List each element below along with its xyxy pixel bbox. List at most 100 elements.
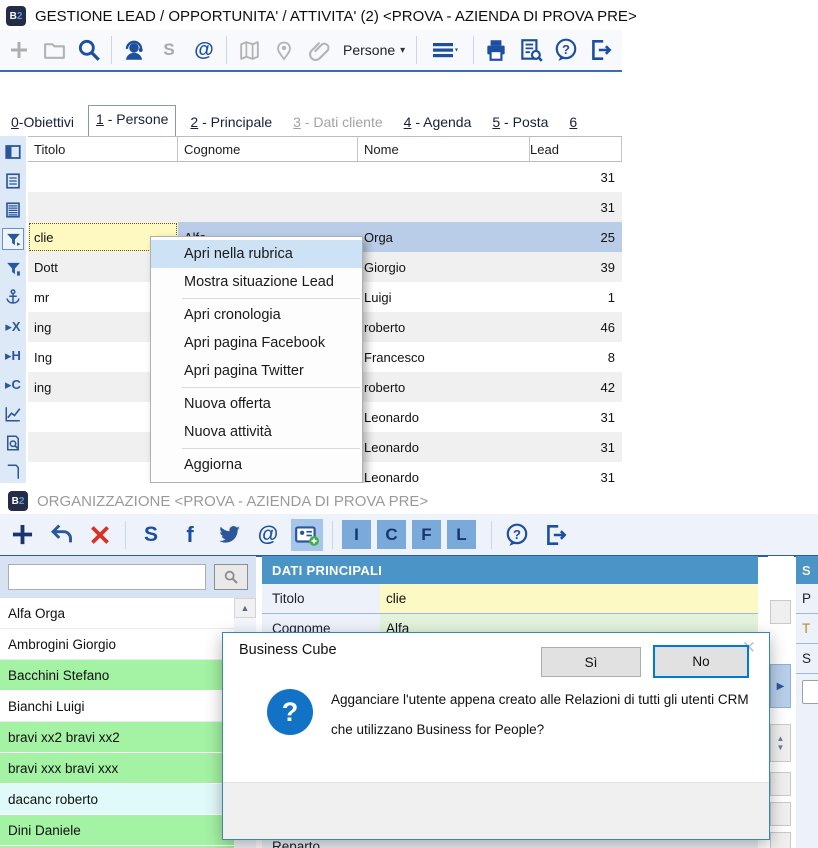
list-item-dacanc-roberto[interactable]: dacanc roberto (0, 784, 256, 815)
map-icon[interactable] (234, 35, 264, 65)
anchor-icon[interactable] (2, 287, 24, 308)
lead-cell: 39 (600, 259, 615, 275)
screen: B2 GESTIONE LEAD / OPPORTUNITA' / ATTIVI… (0, 0, 818, 848)
lead-window-title: GESTIONE LEAD / OPPORTUNITA' / ATTIVITA'… (35, 7, 637, 25)
right-panel-input[interactable] (802, 680, 818, 704)
persone-dropdown-label: Persone (343, 42, 396, 58)
print-preview-icon[interactable] (516, 35, 546, 65)
filter-pin-icon[interactable] (2, 258, 24, 279)
search-icon[interactable] (74, 35, 104, 65)
list-item-ambrogini-giorgio[interactable]: Ambrogini Giorgio (0, 629, 256, 660)
tab-6[interactable]: 6 (562, 109, 584, 136)
help-icon[interactable]: ? (501, 519, 533, 551)
support-agent-icon[interactable] (119, 35, 149, 65)
location-pin-icon[interactable] (269, 35, 299, 65)
list-item-bravi-xxx-bravi-xxx[interactable]: bravi xxx bravi xxx (0, 753, 256, 784)
no-button[interactable]: No (653, 645, 749, 678)
lead-cell: 8 (607, 349, 615, 365)
chart-icon[interactable] (2, 403, 24, 424)
letter-button-c[interactable]: C (377, 520, 406, 549)
undo-icon[interactable] (45, 519, 77, 551)
nome-cell: Luigi (364, 289, 392, 305)
toolbar-separator (491, 520, 492, 549)
list-view-icon[interactable] (2, 170, 24, 191)
add-contact-card-icon[interactable] (291, 518, 323, 551)
field-button[interactable] (770, 832, 791, 848)
filter-active-icon[interactable] (2, 228, 24, 250)
add-icon[interactable] (4, 35, 34, 65)
jump-c-icon[interactable]: ▸C (2, 374, 24, 395)
jump-x-icon[interactable]: ▸X (2, 316, 24, 337)
lead-cell: 25 (600, 229, 615, 245)
persone-dropdown[interactable]: Persone ▾ (339, 42, 409, 58)
column-header-nome[interactable]: Nome (358, 137, 530, 161)
menu-item-nuova-offerta[interactable]: Nuova offerta (151, 390, 362, 418)
column-header-lead[interactable]: Lead (530, 137, 622, 161)
document-search-icon[interactable] (2, 433, 24, 454)
print-icon[interactable] (481, 35, 511, 65)
tab-5-posta[interactable]: 5 - Posta (485, 109, 555, 136)
menu-icon[interactable] (424, 35, 466, 65)
yes-button[interactable]: Sì (541, 647, 641, 677)
tab-2-principale[interactable]: 2 - Principale (183, 109, 279, 136)
skype-icon[interactable]: S (154, 35, 184, 65)
lead-cell: 31 (600, 169, 615, 185)
field-button[interactable] (770, 772, 791, 796)
table-row[interactable]: 31 (28, 192, 622, 222)
list-item-bianchi-luigi[interactable]: Bianchi Luigi (0, 691, 256, 722)
letter-button-l[interactable]: L (447, 520, 476, 549)
lead-cell: 31 (600, 439, 615, 455)
form-view-icon[interactable] (2, 141, 24, 162)
add-icon[interactable] (6, 519, 38, 551)
right-panel-label: P (796, 584, 818, 614)
tab-4-agenda[interactable]: 4 - Agenda (397, 109, 479, 136)
dense-list-icon[interactable] (2, 199, 24, 220)
titolo-field[interactable]: clie (380, 584, 758, 613)
menu-item-apri-pagina-twitter[interactable]: Apri pagina Twitter (151, 357, 362, 385)
facebook-icon[interactable]: f (174, 519, 206, 551)
email-at-icon[interactable]: @ (252, 519, 284, 551)
search-input[interactable] (8, 564, 206, 590)
document-icon[interactable] (2, 462, 24, 483)
twitter-icon[interactable] (213, 519, 245, 551)
search-button[interactable] (214, 564, 248, 590)
menu-item-mostra-situazione-lead[interactable]: Mostra situazione Lead (151, 268, 362, 296)
field-button[interactable] (770, 802, 791, 826)
lead-cell: 46 (600, 319, 615, 335)
tab-0-obiettivi[interactable]: 0-Obiettivi (4, 109, 81, 136)
list-item-alfa-orga[interactable]: Alfa Orga (0, 598, 256, 629)
exit-icon[interactable] (586, 35, 616, 65)
menu-item-aggiorna[interactable]: Aggiorna (151, 451, 362, 479)
toolbar-separator (473, 36, 475, 64)
right-cutoff-panel: S PTS (796, 556, 818, 848)
column-header-titolo[interactable]: Titolo (28, 137, 178, 161)
jump-h-icon[interactable]: ▸H (2, 345, 24, 366)
open-folder-icon[interactable] (39, 35, 69, 65)
menu-item-apri-nella-rubrica[interactable]: Apri nella rubrica (151, 240, 362, 268)
exit-icon[interactable] (540, 519, 572, 551)
list-item-dini-daniele[interactable]: Dini Daniele (0, 815, 256, 846)
list-item-bravi-xx2-bravi-xx2[interactable]: bravi xx2 bravi xx2 (0, 722, 256, 753)
email-at-icon[interactable]: @ (189, 35, 219, 65)
menu-item-apri-pagina-facebook[interactable]: Apri pagina Facebook (151, 329, 362, 357)
field-button[interactable] (770, 600, 791, 624)
chevron-down-icon: ▾ (400, 44, 406, 56)
tab-1-persone[interactable]: 1 - Persone (88, 105, 177, 136)
tab-3-dati-cliente[interactable]: 3 - Dati cliente (286, 109, 390, 136)
attachment-icon[interactable] (304, 35, 334, 65)
column-header-cognome[interactable]: Cognome (178, 137, 358, 161)
menu-item-apri-cronologia[interactable]: Apri cronologia (151, 301, 362, 329)
letter-button-f[interactable]: F (412, 520, 441, 549)
spinner-control[interactable]: ▲ ▼ (770, 724, 791, 762)
scroll-up-icon[interactable]: ▲ (234, 598, 256, 618)
help-icon[interactable]: ? (551, 35, 581, 65)
letter-button-i[interactable]: I (342, 520, 371, 549)
list-item-bacchini-stefano[interactable]: Bacchini Stefano (0, 660, 256, 691)
menu-item-nuova-attivit[interactable]: Nuova attività (151, 418, 362, 446)
skype-icon[interactable]: S (135, 519, 167, 551)
expand-right-icon[interactable]: ▶ (770, 664, 791, 708)
toolbar-separator (125, 520, 126, 549)
table-row[interactable]: 31 (28, 162, 622, 192)
delete-icon[interactable] (84, 519, 116, 551)
lead-cell: 31 (600, 199, 615, 215)
